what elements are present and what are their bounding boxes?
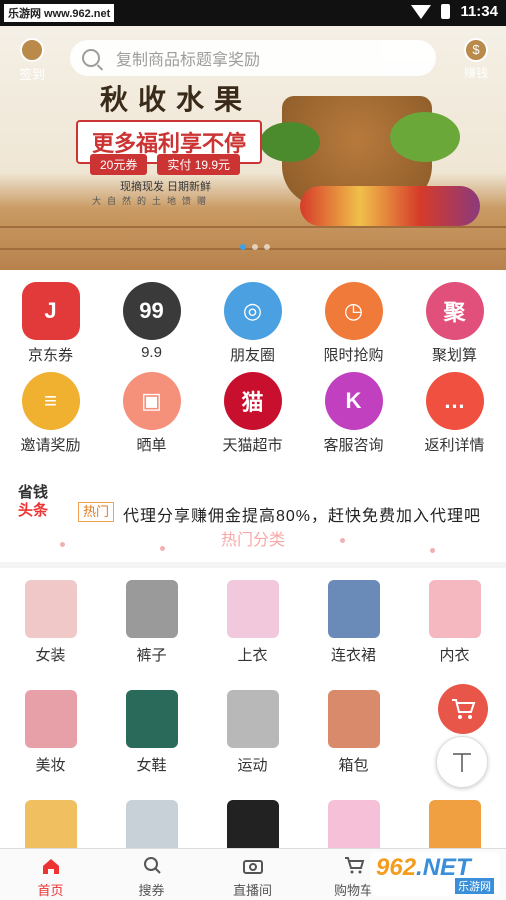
quick-entry-item[interactable]: … 返利详情 (404, 372, 505, 455)
quick-entry-label: 天猫超市 (222, 437, 283, 454)
site-logo-watermark: 962.NET 乐游网 (370, 852, 500, 896)
quick-entry-item[interactable]: K 客服咨询 (303, 372, 404, 455)
shopping-cart-icon (452, 699, 476, 719)
promo-banner[interactable]: 秋收水果 更多福利享不停 20元券 实付 19.9元 现摘现发 日期新鲜 大自然… (0, 26, 506, 270)
carousel-dot[interactable] (252, 244, 258, 250)
quick-entry-item[interactable]: 猫天猫超市 (202, 372, 303, 455)
category-image (226, 580, 279, 638)
signin-button[interactable]: 签到 (12, 38, 52, 83)
status-time: 11:34 (460, 3, 498, 20)
banner-note: 大自然的土地馈赠 (92, 196, 213, 206)
category-label: 箱包 (338, 757, 369, 774)
tab-label: 直播间 (232, 883, 272, 898)
tmall-icon: 猫 (223, 372, 282, 430)
tab-label: 搜券 (138, 883, 165, 898)
camera-icon (242, 860, 263, 874)
banner-coupon-chip: 20元券 (90, 154, 148, 175)
arrow-up-icon (453, 753, 471, 772)
search-icon (82, 49, 100, 67)
banner-subtitle: 现摘现发 日期新鲜 (120, 181, 212, 193)
banner-price-chip: 实付 19.9元 (157, 154, 241, 175)
category-item[interactable]: 女装 (0, 580, 101, 665)
category-image (327, 690, 380, 748)
quick-entry-label: 客服咨询 (323, 437, 384, 454)
category-label: 上衣 (237, 647, 268, 664)
service-icon: K (324, 372, 383, 430)
quick-entry-label: 晒单 (136, 437, 167, 454)
category-label: 女鞋 (136, 757, 167, 774)
category-image (125, 580, 178, 638)
juhuasuan-icon: 聚 (425, 282, 484, 340)
carousel-dot[interactable] (264, 244, 270, 250)
money-bag-icon: $ (464, 38, 488, 62)
category-item[interactable]: 连衣裙 (303, 580, 404, 665)
banner-title: 秋收水果 (100, 83, 253, 116)
cart-icon (344, 857, 364, 874)
quick-entry-item[interactable]: ◎ 朋友圈 (202, 282, 303, 365)
quick-entry-label: 限时抢购 (323, 347, 384, 364)
carousel-indicator (240, 244, 270, 250)
category-label: 连衣裙 (330, 647, 376, 664)
quick-entry-item[interactable]: ▣ 晒单 (101, 372, 202, 455)
gift-icon: ▣ (122, 372, 181, 430)
news-ticker[interactable]: 省钱 头条 热门 代理分享赚佣金提高80%，赶快免费加入代理吧 (0, 478, 506, 526)
search-icon (143, 857, 161, 874)
category-item[interactable]: 裤子 (101, 580, 202, 665)
moments-icon: ◎ (223, 282, 282, 340)
site-watermark-text: 乐游网 www.962.net (4, 4, 115, 22)
tab-home[interactable]: 首页 (0, 849, 101, 899)
category-item[interactable]: 上衣 (202, 580, 303, 665)
quick-entry-label: 邀请奖励 (20, 437, 81, 454)
quick-entry-label: 9.9 (141, 344, 162, 361)
chat-bubble-icon: … (425, 372, 484, 430)
category-label: 运动 (237, 757, 268, 774)
status-bar: 乐游网 www.962.net 11:34 (0, 0, 506, 26)
headline-logo: 省钱 头条 (18, 484, 49, 519)
quick-entry-item[interactable]: 聚聚划算 (404, 282, 505, 365)
search-placeholder: 复制商品标题拿奖励 (116, 52, 261, 69)
wifi-icon (411, 4, 432, 19)
tab-search[interactable]: 搜券 (101, 849, 202, 899)
jd-coupon-icon: J (21, 282, 80, 340)
quick-entry-item[interactable]: ◷ 限时抢购 (303, 282, 404, 365)
category-image (125, 690, 178, 748)
carousel-dot[interactable] (240, 244, 246, 250)
coins-icon: ≡ (21, 372, 80, 430)
category-item[interactable]: 女鞋 (101, 690, 202, 775)
hot-category-title: 热门分类 (0, 528, 506, 562)
quick-entry-label: 朋友圈 (229, 347, 275, 364)
earn-money-button[interactable]: $ 赚钱 (458, 38, 494, 81)
tab-label: 首页 (37, 883, 64, 898)
category-image (428, 580, 481, 638)
quick-entry-label: 返利详情 (424, 437, 485, 454)
battery-icon (441, 4, 451, 19)
flash-sale-clock-icon: ◷ (324, 282, 383, 340)
category-image (327, 580, 380, 638)
category-image (226, 690, 279, 748)
back-to-top-button[interactable] (436, 736, 488, 788)
category-label: 内衣 (439, 647, 470, 664)
quick-entry-item[interactable]: 99 9.9 (101, 282, 202, 361)
category-label: 裤子 (136, 647, 167, 664)
category-image (24, 690, 77, 748)
category-item[interactable]: 箱包 (303, 690, 404, 775)
home-icon (42, 859, 59, 874)
nine-nine-icon: 99 (122, 282, 181, 340)
category-item[interactable]: 美妆 (0, 690, 101, 775)
category-label: 美妆 (35, 757, 66, 774)
category-image (24, 580, 77, 638)
category-label: 女装 (35, 647, 66, 664)
search-bar[interactable]: 复制商品标题拿奖励 (70, 40, 436, 76)
quick-entry-item[interactable]: ≡ 邀请奖励 (0, 372, 101, 455)
quick-entry-item[interactable]: J 京东券 (0, 282, 101, 365)
hot-tag: 热门 (78, 502, 115, 522)
category-item[interactable]: 运动 (202, 690, 303, 775)
tab-camera[interactable]: 直播间 (202, 849, 303, 899)
category-item[interactable]: 内衣 (404, 580, 505, 665)
ticker-text: 代理分享赚佣金提高80%，赶快免费加入代理吧 (123, 508, 482, 525)
calendar-icon (20, 38, 44, 62)
floating-cart-button[interactable] (438, 684, 488, 734)
quick-entry-label: 京东券 (27, 347, 73, 364)
quick-entry-label: 聚划算 (431, 347, 477, 364)
